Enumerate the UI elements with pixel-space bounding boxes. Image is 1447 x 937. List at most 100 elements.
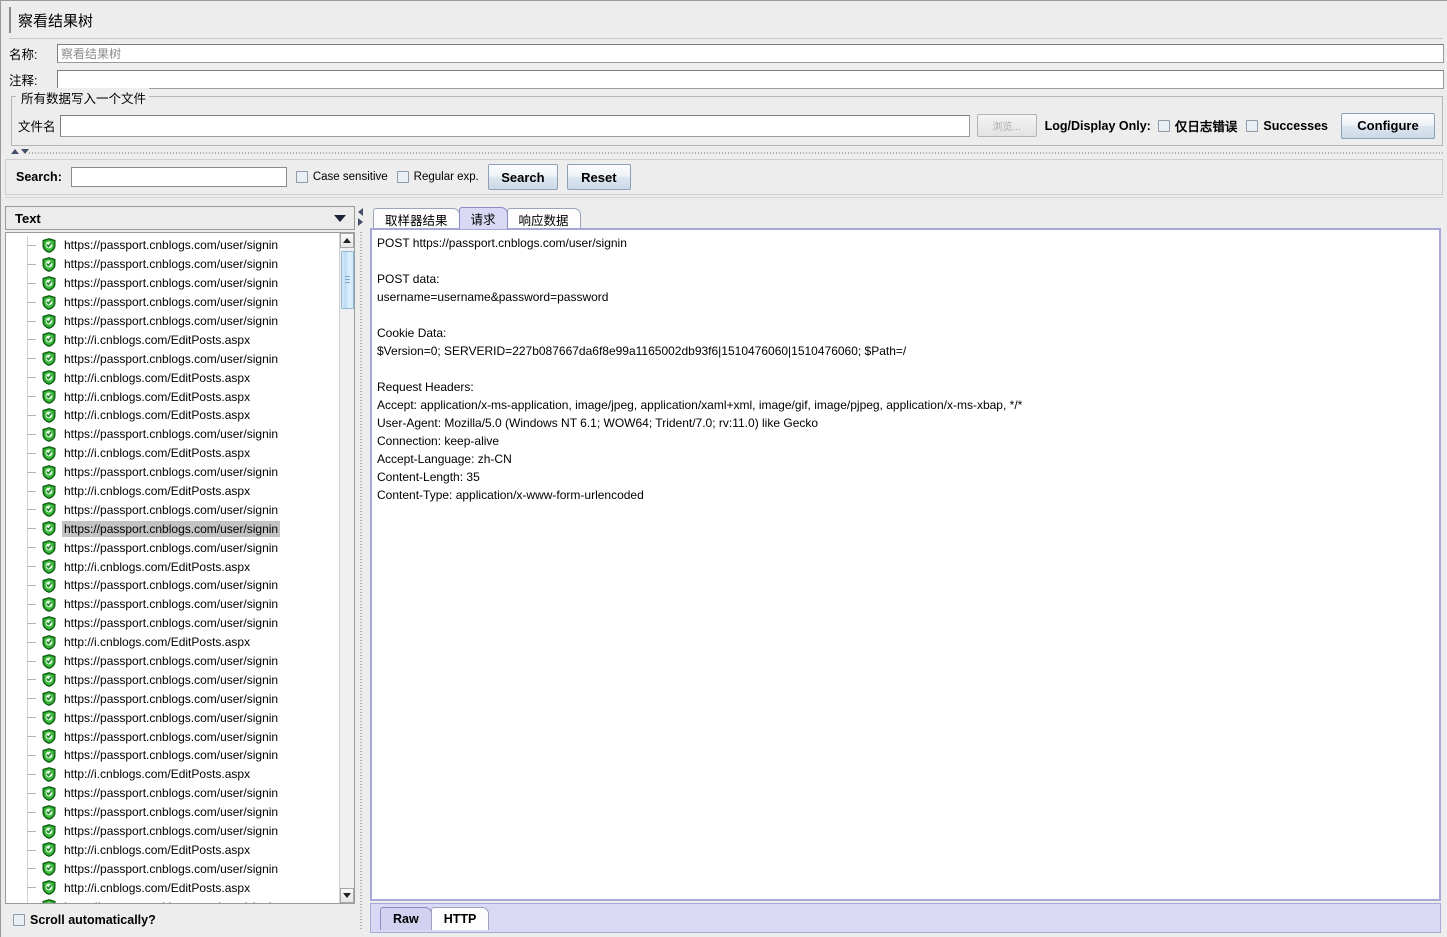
success-shield-icon — [42, 370, 56, 386]
tree-row-label: https://passport.cnblogs.com/user/signin — [64, 748, 279, 763]
regular-exp-checkbox[interactable]: Regular exp. — [396, 171, 479, 183]
tree-render-selector[interactable]: Text — [5, 206, 355, 230]
tree-row-label: https://passport.cnblogs.com/user/signin — [64, 616, 279, 631]
results-tree-pane: Text https://passport.cnblogs.com/user/s… — [5, 206, 355, 933]
successes-checkbox[interactable]: Successes — [1246, 119, 1328, 133]
request-content-box[interactable]: POST https://passport.cnblogs.com/user/s… — [370, 228, 1441, 901]
tree-row[interactable]: https://passport.cnblogs.com/user/signin — [6, 613, 339, 633]
chevron-right-icon[interactable] — [358, 218, 363, 226]
tree-row-label: https://passport.cnblogs.com/user/signin — [64, 502, 279, 517]
chevron-left-icon[interactable] — [358, 208, 363, 216]
case-sensitive-checkbox[interactable]: Case sensitive — [295, 171, 388, 183]
result-tab-label: 取样器结果 — [385, 213, 448, 228]
tree-row[interactable]: https://passport.cnblogs.com/user/signin — [6, 897, 339, 903]
results-tree-list[interactable]: https://passport.cnblogs.com/user/signin… — [6, 236, 339, 903]
tree-vertical-scrollbar[interactable] — [339, 233, 354, 903]
tree-row[interactable]: https://passport.cnblogs.com/user/signin — [6, 311, 339, 331]
tree-row[interactable]: https://passport.cnblogs.com/user/signin — [6, 727, 339, 747]
success-shield-icon — [42, 823, 56, 839]
search-button[interactable]: Search — [487, 164, 558, 190]
tree-row[interactable]: http://i.cnblogs.com/EditPosts.aspx — [6, 481, 339, 501]
success-shield-icon — [42, 672, 56, 688]
groupbox-top-border — [12, 96, 1442, 97]
tree-row[interactable]: https://passport.cnblogs.com/user/signin — [6, 670, 339, 690]
scroll-up-icon[interactable] — [340, 233, 354, 248]
result-tabs[interactable]: 取样器结果 请求 响应数据 — [367, 206, 1444, 229]
tree-row[interactable]: https://passport.cnblogs.com/user/signin — [6, 594, 339, 614]
tree-row-label: https://passport.cnblogs.com/user/signin — [64, 824, 279, 839]
view-format-tabs[interactable]: Raw HTTP — [370, 903, 1441, 933]
chevron-down-icon[interactable] — [329, 207, 351, 229]
configure-button[interactable]: Configure — [1341, 112, 1435, 139]
result-tab[interactable]: 请求 — [458, 207, 508, 229]
tree-row[interactable]: https://passport.cnblogs.com/user/signin — [6, 746, 339, 766]
vertical-splitter[interactable] — [357, 206, 366, 933]
success-shield-icon — [42, 483, 56, 499]
tree-row[interactable]: http://i.cnblogs.com/EditPosts.aspx — [6, 368, 339, 388]
tree-row[interactable]: http://i.cnblogs.com/EditPosts.aspx — [6, 632, 339, 652]
comment-input[interactable] — [57, 70, 1444, 89]
tree-row-label: https://passport.cnblogs.com/user/signin — [64, 654, 279, 669]
scroll-automatically-checkbox[interactable]: Scroll automatically? — [13, 913, 156, 927]
tree-row[interactable]: https://passport.cnblogs.com/user/signin — [6, 519, 339, 539]
chevron-down-icon[interactable] — [21, 149, 29, 154]
view-format-tab[interactable]: HTTP — [430, 907, 490, 930]
tree-row[interactable]: https://passport.cnblogs.com/user/signin — [6, 708, 339, 728]
tree-row[interactable]: https://passport.cnblogs.com/user/signin — [6, 783, 339, 803]
search-input[interactable] — [70, 167, 287, 187]
tree-row[interactable]: http://i.cnblogs.com/EditPosts.aspx — [6, 387, 339, 407]
filename-input[interactable] — [59, 114, 970, 137]
write-all-data-groupbox: 所有数据写入一个文件 文件名 浏览... Log/Display Only: 仅… — [11, 88, 1443, 146]
result-tab[interactable]: 响应数据 — [506, 208, 581, 229]
tree-row[interactable]: https://passport.cnblogs.com/user/signin — [6, 273, 339, 293]
chevron-up-icon[interactable] — [11, 149, 19, 154]
success-shield-icon — [42, 389, 56, 404]
tree-row-label: http://i.cnblogs.com/EditPosts.aspx — [64, 635, 251, 650]
search-bottom-divider — [5, 197, 1444, 198]
browse-button[interactable]: 浏览... — [976, 114, 1037, 137]
tree-row[interactable]: http://i.cnblogs.com/EditPosts.aspx — [6, 764, 339, 784]
view-format-tab[interactable]: Raw — [380, 907, 432, 930]
tree-row[interactable]: http://i.cnblogs.com/EditPosts.aspx — [6, 878, 339, 898]
success-shield-icon — [42, 445, 56, 461]
success-shield-icon — [42, 615, 56, 631]
scrollbar-thumb[interactable] — [341, 251, 354, 309]
tree-row-label: https://passport.cnblogs.com/user/signin — [64, 691, 279, 706]
tree-row[interactable]: https://passport.cnblogs.com/user/signin — [6, 538, 339, 558]
name-input[interactable] — [57, 44, 1444, 63]
tree-row-label: http://i.cnblogs.com/EditPosts.aspx — [64, 389, 251, 404]
tree-row[interactable]: http://i.cnblogs.com/EditPosts.aspx — [6, 330, 339, 350]
tree-row[interactable]: https://passport.cnblogs.com/user/signin — [6, 576, 339, 596]
tree-row[interactable]: http://i.cnblogs.com/EditPosts.aspx — [6, 406, 339, 426]
scroll-down-icon[interactable] — [340, 888, 354, 903]
tree-row[interactable]: http://i.cnblogs.com/EditPosts.aspx — [6, 557, 339, 577]
tree-row[interactable]: https://passport.cnblogs.com/user/signin — [6, 462, 339, 482]
tree-render-label: Text — [15, 210, 41, 226]
tree-row[interactable]: https://passport.cnblogs.com/user/signin — [6, 500, 339, 520]
tree-row[interactable]: https://passport.cnblogs.com/user/signin — [6, 651, 339, 671]
tree-row[interactable]: http://i.cnblogs.com/EditPosts.aspx — [6, 443, 339, 463]
tree-row[interactable]: https://passport.cnblogs.com/user/signin — [6, 859, 339, 879]
tree-row[interactable]: https://passport.cnblogs.com/user/signin — [6, 689, 339, 709]
errors-only-checkbox[interactable]: 仅日志错误 — [1157, 116, 1237, 135]
result-tab[interactable]: 取样器结果 — [373, 208, 460, 229]
splitter-collapse-arrows[interactable] — [358, 208, 363, 226]
splitter-collapse-arrows[interactable] — [11, 149, 29, 154]
reset-button[interactable]: Reset — [566, 164, 631, 190]
success-shield-icon — [42, 899, 56, 903]
tree-row[interactable]: https://passport.cnblogs.com/user/signin — [6, 292, 339, 312]
result-tab-label: 请求 — [470, 213, 496, 227]
page-title: 察看结果树 — [9, 7, 1445, 33]
horizontal-splitter[interactable] — [3, 148, 1445, 157]
tree-row[interactable]: https://passport.cnblogs.com/user/signin — [6, 254, 339, 274]
success-shield-icon — [42, 275, 56, 291]
tree-row[interactable]: https://passport.cnblogs.com/user/signin — [6, 349, 339, 369]
tree-row[interactable]: https://passport.cnblogs.com/user/signin — [6, 802, 339, 822]
tree-row-label: http://i.cnblogs.com/EditPosts.aspx — [64, 446, 251, 461]
tree-row[interactable]: https://passport.cnblogs.com/user/signin — [6, 236, 339, 255]
tree-row[interactable]: https://passport.cnblogs.com/user/signin — [6, 424, 339, 444]
result-tab-label: 响应数据 — [518, 213, 569, 228]
tree-row[interactable]: http://i.cnblogs.com/EditPosts.aspx — [6, 840, 339, 860]
tree-row[interactable]: https://passport.cnblogs.com/user/signin — [6, 821, 339, 841]
success-shield-icon — [42, 294, 56, 310]
